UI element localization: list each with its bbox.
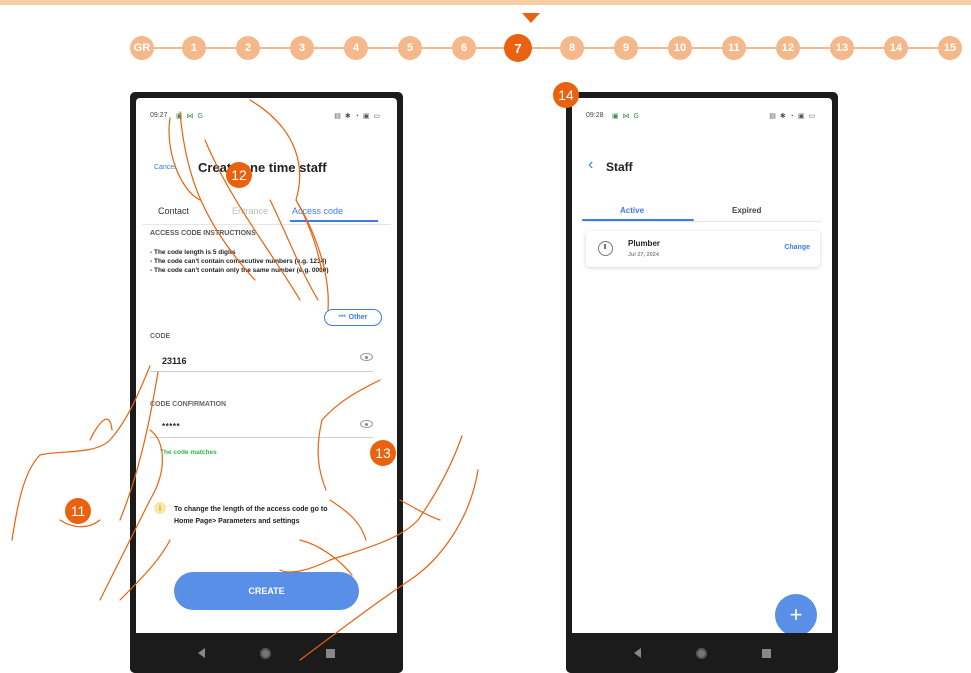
staff-list-screen: 09:28 ▣ ⋈ G ▤ ✱ ◔ ▣ ▭ ‹ Staff Active Exp… <box>572 98 832 633</box>
nav-recent-apps-icon[interactable] <box>326 648 336 658</box>
step-12[interactable]: 12 <box>776 36 800 60</box>
status-bar: 09:27 ▣ ⋈ G ▤ ✱ ◔ ▣ ▭ <box>136 110 397 124</box>
phone-staff-list: 09:28 ▣ ⋈ G ▤ ✱ ◔ ▣ ▭ ‹ Staff Active Exp… <box>566 92 838 673</box>
tab-access-code[interactable]: Access code <box>292 206 343 216</box>
step-2[interactable]: 2 <box>236 36 260 60</box>
info-text-line: To change the length of the access code … <box>174 506 328 513</box>
status-time: 09:28 <box>586 112 604 119</box>
show-code-eye-icon[interactable] <box>360 353 373 361</box>
code-confirmation-input[interactable]: ***** <box>162 422 180 431</box>
step-4[interactable]: 4 <box>344 36 368 60</box>
nav-back-icon[interactable] <box>197 648 205 658</box>
callout-badge-12: 12 <box>226 162 252 188</box>
phone-create-staff: 09:27 ▣ ⋈ G ▤ ✱ ◔ ▣ ▭ Cancel Create one … <box>130 92 403 673</box>
notification-icons: ▣ ⋈ G <box>176 113 204 120</box>
system-status-icons: ▤ ✱ ◔ ▣ ▭ <box>334 113 381 120</box>
step-navigation: GR 1 2 3 4 5 6 7 8 9 10 11 12 13 14 15 <box>130 34 971 62</box>
step-6[interactable]: 6 <box>452 36 476 60</box>
active-tab-indicator <box>290 220 378 222</box>
step-9[interactable]: 9 <box>614 36 638 60</box>
staff-date: Jul 27, 2024 <box>628 252 659 258</box>
nav-back-icon[interactable] <box>633 648 641 658</box>
callout-badge-13: 13 <box>370 440 396 466</box>
tabs-divider <box>142 224 391 225</box>
info-icon: i <box>154 502 166 514</box>
android-navbar <box>130 633 403 673</box>
instruction-item: - The code length is 5 digits <box>150 249 236 256</box>
asterisks-icon: *** <box>338 314 346 321</box>
step-15[interactable]: 15 <box>938 36 962 60</box>
create-button[interactable]: CREATE <box>174 572 359 610</box>
add-staff-button[interactable]: + <box>775 594 817 633</box>
status-bar: 09:28 ▣ ⋈ G ▤ ✱ ◔ ▣ ▭ <box>572 110 832 124</box>
info-text: To change the length of the access code … <box>174 504 328 528</box>
nav-home-icon[interactable] <box>695 647 707 659</box>
code-match-message: The code matches <box>160 449 217 456</box>
step-11[interactable]: 11 <box>722 36 746 60</box>
callout-badge-11: 11 <box>65 498 91 524</box>
system-status-icons: ▤ ✱ ◔ ▣ ▭ <box>769 113 816 120</box>
confirmation-input-underline <box>150 437 373 438</box>
form-tabs: Contact Entrance Access code <box>142 202 391 225</box>
step-3[interactable]: 3 <box>290 36 314 60</box>
instructions-title: ACCESS CODE INSTRUCTIONS <box>150 230 256 237</box>
nav-home-icon[interactable] <box>259 647 271 659</box>
code-confirmation-label: CODE CONFIRMATION <box>150 401 227 408</box>
step-13[interactable]: 13 <box>830 36 854 60</box>
back-chevron-icon[interactable]: ‹ <box>588 156 593 174</box>
change-button[interactable]: Change <box>784 244 810 251</box>
nav-recent-apps-icon[interactable] <box>761 648 771 658</box>
step-gr[interactable]: GR <box>130 36 154 60</box>
code-label: CODE <box>150 333 171 340</box>
show-confirmation-eye-icon[interactable] <box>360 420 373 428</box>
code-input[interactable]: 23116 <box>162 356 187 366</box>
page-title: Staff <box>606 160 633 174</box>
android-navbar <box>566 633 838 673</box>
tab-entrance[interactable]: Entrance <box>232 206 268 216</box>
staff-name: Plumber <box>628 239 661 248</box>
staff-list-item[interactable]: Plumber Jul 27, 2024 Change <box>586 231 820 267</box>
step-10[interactable]: 10 <box>668 36 692 60</box>
step-7-active[interactable]: 7 <box>504 34 532 62</box>
cancel-button[interactable]: Cancel <box>154 164 176 171</box>
step-5[interactable]: 5 <box>398 36 422 60</box>
callout-badge-14: 14 <box>553 82 579 108</box>
status-time: 09:27 <box>150 112 168 119</box>
tab-active[interactable]: Active <box>620 206 644 215</box>
tabs-divider <box>582 221 822 222</box>
active-step-pointer-icon <box>522 13 540 23</box>
other-button[interactable]: *** Other <box>324 309 382 326</box>
tab-expired[interactable]: Expired <box>732 206 761 215</box>
page-title: Create one time staff <box>198 160 327 175</box>
top-accent-line <box>0 0 971 5</box>
timer-icon <box>598 241 613 256</box>
staff-tabs: Active Expired <box>582 202 822 222</box>
create-staff-screen: 09:27 ▣ ⋈ G ▤ ✱ ◔ ▣ ▭ Cancel Create one … <box>136 98 397 633</box>
tab-contact[interactable]: Contact <box>158 206 189 216</box>
instructions-list: - The code length is 5 digits - The code… <box>150 248 329 275</box>
code-input-underline <box>150 371 373 372</box>
step-1[interactable]: 1 <box>182 36 206 60</box>
step-8[interactable]: 8 <box>560 36 584 60</box>
instruction-item: - The code can't contain consecutive num… <box>150 258 327 265</box>
notification-icons: ▣ ⋈ G <box>612 113 640 120</box>
instruction-item: - The code can't contain only the same n… <box>150 267 329 274</box>
info-text-line: Home Page> Parameters and settings <box>174 518 300 525</box>
step-14[interactable]: 14 <box>884 36 908 60</box>
other-button-label: Other <box>348 314 368 321</box>
